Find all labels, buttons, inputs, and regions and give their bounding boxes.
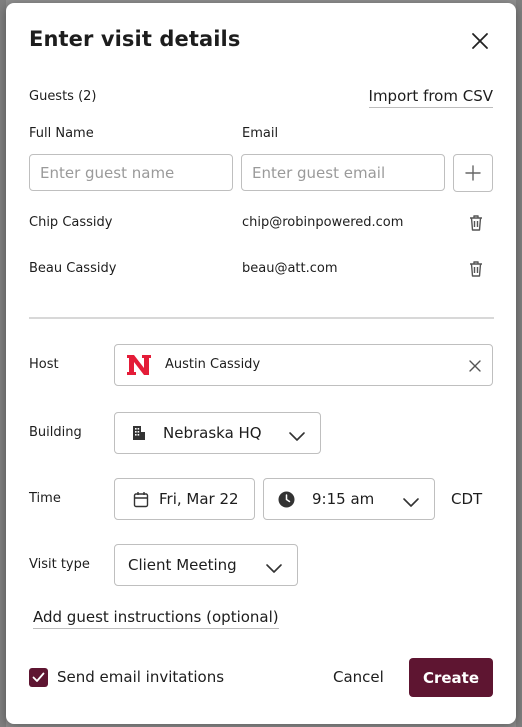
time-value: 9:15 am <box>312 490 375 508</box>
guests-heading: Guests (2) <box>29 89 97 104</box>
add-instructions-link[interactable]: Add guest instructions (optional) <box>33 608 279 629</box>
date-picker[interactable]: Fri, Mar 22 <box>114 478 255 520</box>
calendar-icon <box>133 491 149 512</box>
chevron-down-icon <box>265 559 283 578</box>
plus-icon <box>465 165 481 181</box>
chevron-down-icon <box>288 427 306 446</box>
building-select[interactable]: Nebraska HQ <box>114 412 321 454</box>
create-button[interactable]: Create <box>409 658 493 697</box>
visit-type-label: Visit type <box>29 557 90 572</box>
guest-email: chip@robinpowered.com <box>242 215 404 230</box>
visit-type-value: Client Meeting <box>128 556 237 574</box>
backdrop-right-edge <box>516 0 522 727</box>
building-icon <box>130 425 146 445</box>
host-select[interactable]: Austin Cassidy <box>114 344 493 386</box>
add-guest-button[interactable] <box>453 154 493 192</box>
import-csv-link[interactable]: Import from CSV <box>368 87 493 108</box>
host-logo-icon <box>126 353 152 377</box>
send-invitations-checkbox[interactable] <box>29 668 48 687</box>
building-value: Nebraska HQ <box>163 424 262 442</box>
time-label: Time <box>29 491 61 506</box>
guest-email: beau@att.com <box>242 261 338 276</box>
cancel-button[interactable]: Cancel <box>333 668 384 686</box>
full-name-column-label: Full Name <box>29 126 94 141</box>
building-label: Building <box>29 425 82 440</box>
close-icon[interactable] <box>466 27 494 55</box>
trash-icon[interactable] <box>466 212 486 234</box>
host-label: Host <box>29 357 59 372</box>
email-column-label: Email <box>242 126 279 141</box>
date-value: Fri, Mar 22 <box>159 490 239 508</box>
visit-type-select[interactable]: Client Meeting <box>114 544 298 586</box>
chevron-down-icon <box>402 493 420 512</box>
section-divider <box>29 317 494 319</box>
visit-details-modal: Enter visit details Guests (2) Import fr… <box>6 3 516 724</box>
check-icon <box>32 672 45 682</box>
time-select[interactable]: 9:15 am <box>263 478 435 520</box>
clock-icon <box>278 491 295 512</box>
guest-email-input[interactable] <box>241 154 445 191</box>
clear-icon[interactable] <box>468 358 482 372</box>
trash-icon[interactable] <box>466 258 486 280</box>
guest-name: Chip Cassidy <box>29 215 113 230</box>
send-invitations-label[interactable]: Send email invitations <box>57 668 224 686</box>
guest-row: Chip Cassidy chip@robinpowered.com <box>29 212 494 236</box>
guest-name-input[interactable] <box>29 154 233 191</box>
timezone-label: CDT <box>451 490 483 508</box>
modal-title: Enter visit details <box>29 27 241 51</box>
guest-row: Beau Cassidy beau@att.com <box>29 258 494 282</box>
guest-name: Beau Cassidy <box>29 261 117 276</box>
host-name: Austin Cassidy <box>165 357 261 372</box>
